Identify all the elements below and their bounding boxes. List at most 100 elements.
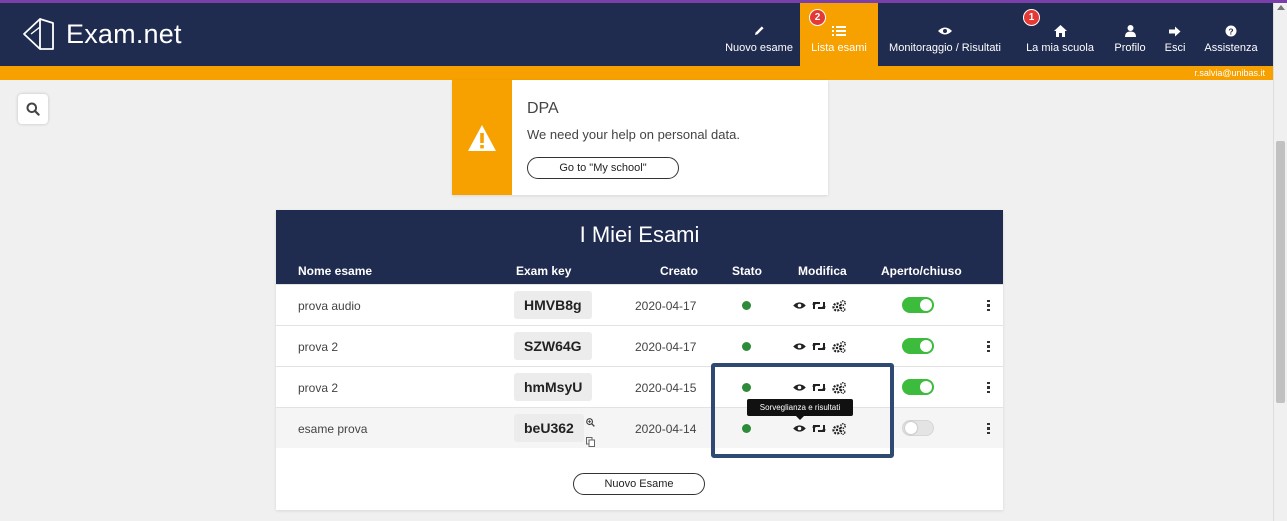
col-header-edit: Modifica [798, 264, 847, 278]
app-logo[interactable]: Exam.net [20, 15, 182, 53]
nav-monitoring[interactable]: Monitoraggio / Risultati [880, 3, 1010, 66]
search-button[interactable] [18, 94, 48, 124]
exam-row[interactable]: prova audio HMVB8g 2020-04-17 [276, 284, 1003, 325]
col-header-status: Stato [732, 264, 762, 278]
scroll-up-arrow-icon[interactable] [1277, 5, 1285, 10]
open-closed-toggle[interactable] [902, 338, 934, 354]
nav-my-school[interactable]: 1 La mia scuola [1018, 3, 1102, 66]
exam-row[interactable]: prova 2 hmMsyU 2020-04-15 [276, 366, 1003, 407]
open-closed-toggle[interactable] [902, 297, 934, 313]
nav-monitoring-label: Monitoraggio / Risultati [889, 42, 1001, 54]
toggle-knob [920, 299, 932, 311]
exam-key[interactable]: HMVB8g [514, 291, 592, 319]
settings-gears-icon[interactable] [832, 381, 846, 394]
nav-logout[interactable]: Esci [1160, 3, 1190, 66]
status-active-icon [742, 424, 751, 433]
settings-gears-icon[interactable] [832, 299, 846, 312]
col-header-name: Nome esame [298, 264, 373, 278]
retweet-icon[interactable] [812, 300, 826, 311]
exam-edit-actions [793, 326, 846, 367]
top-navbar: Exam.net Nuovo esame 2 Lista esami Monit… [0, 3, 1273, 66]
exam-status [742, 326, 751, 367]
exam-name: prova 2 [298, 380, 339, 395]
kebab-menu-icon[interactable] [987, 408, 990, 449]
eye-icon[interactable] [793, 301, 806, 310]
svg-text:?: ? [1228, 26, 1233, 36]
dpa-warning-panel [452, 80, 512, 195]
nav-new-exam-label: Nuovo esame [725, 42, 793, 54]
exams-title: I Miei Esami [579, 222, 700, 247]
logo-text: Exam.net [66, 18, 182, 49]
user-bar: r.salvia@unibas.it [0, 66, 1273, 80]
settings-gears-icon[interactable] [832, 340, 846, 353]
toggle-knob [905, 422, 917, 434]
exam-name: esame prova [298, 421, 368, 436]
nav-logout-label: Esci [1164, 42, 1186, 54]
my-exams-panel: I Miei Esami Nome esame Exam key Creato … [276, 210, 1003, 510]
exam-edit-actions [793, 285, 846, 326]
logo-icon [23, 18, 54, 50]
retweet-icon[interactable] [812, 341, 826, 352]
eye-icon [938, 23, 952, 39]
zoom-in-icon[interactable] [586, 414, 595, 432]
eye-icon[interactable] [793, 424, 806, 433]
new-exam-button[interactable]: Nuovo Esame [573, 473, 705, 495]
status-active-icon [742, 301, 751, 310]
vertical-scrollbar[interactable] [1273, 3, 1287, 521]
exam-key[interactable]: beU362 [514, 414, 584, 442]
exam-key[interactable]: SZW64G [514, 332, 592, 360]
open-closed-toggle[interactable] [902, 420, 934, 436]
scrollbar-thumb[interactable] [1276, 141, 1285, 403]
my-school-badge: 1 [1023, 9, 1040, 26]
dpa-message: We need your help on personal data. [527, 127, 740, 142]
tooltip: Sorveglianza e risultati [747, 399, 853, 420]
status-active-icon [742, 383, 751, 392]
exam-row[interactable]: esame prova beU362 2020-04-14 [276, 407, 1003, 448]
kebab-menu-icon[interactable] [987, 285, 990, 326]
sign-out-icon [1169, 23, 1181, 39]
exams-header: I Miei Esami Nome esame Exam key Creato … [276, 210, 1003, 284]
retweet-icon[interactable] [812, 382, 826, 393]
exam-row[interactable]: prova 2 SZW64G 2020-04-17 [276, 325, 1003, 366]
exam-name: prova 2 [298, 339, 339, 354]
kebab-menu-icon[interactable] [987, 326, 990, 367]
retweet-icon[interactable] [812, 423, 826, 434]
dpa-title: DPA [527, 100, 559, 117]
col-header-open: Aperto/chiuso [881, 264, 962, 278]
col-header-key: Exam key [516, 264, 572, 278]
status-active-icon [742, 342, 751, 351]
nav-exam-list[interactable]: 2 Lista esami [800, 3, 878, 66]
nav-my-school-label: La mia scuola [1026, 42, 1094, 54]
open-closed-toggle[interactable] [902, 379, 934, 395]
toggle-knob [920, 340, 932, 352]
exam-created-date: 2020-04-14 [635, 421, 697, 436]
settings-gears-icon[interactable] [832, 422, 846, 435]
col-header-created: Creato [660, 264, 699, 278]
nav-exam-list-label: Lista esami [811, 42, 867, 54]
nav-help-label: Assistenza [1204, 42, 1258, 54]
nav-profile-label: Profilo [1114, 42, 1146, 54]
nav-new-exam[interactable]: Nuovo esame [718, 3, 800, 66]
user-email: r.salvia@unibas.it [1194, 68, 1265, 78]
exam-list-badge: 2 [809, 9, 826, 26]
nav-help[interactable]: ? Assistenza [1198, 3, 1264, 66]
search-icon [26, 102, 40, 116]
help-icon: ? [1225, 23, 1237, 39]
exam-name: prova audio [298, 298, 361, 313]
exam-status [742, 285, 751, 326]
toggle-knob [920, 381, 932, 393]
user-icon [1124, 23, 1136, 39]
key-tools [586, 414, 595, 452]
kebab-menu-icon[interactable] [987, 367, 990, 408]
eye-icon[interactable] [793, 342, 806, 351]
pencil-icon [753, 23, 765, 39]
exam-created-date: 2020-04-17 [635, 339, 697, 354]
nav-profile[interactable]: Profilo [1108, 3, 1152, 66]
exam-created-date: 2020-04-15 [635, 380, 697, 395]
warning-icon [468, 124, 496, 151]
copy-icon[interactable] [586, 434, 595, 452]
exam-key[interactable]: hmMsyU [514, 373, 593, 401]
eye-icon[interactable] [793, 383, 806, 392]
go-to-my-school-button[interactable]: Go to "My school" [527, 157, 679, 179]
home-icon [1053, 23, 1067, 39]
